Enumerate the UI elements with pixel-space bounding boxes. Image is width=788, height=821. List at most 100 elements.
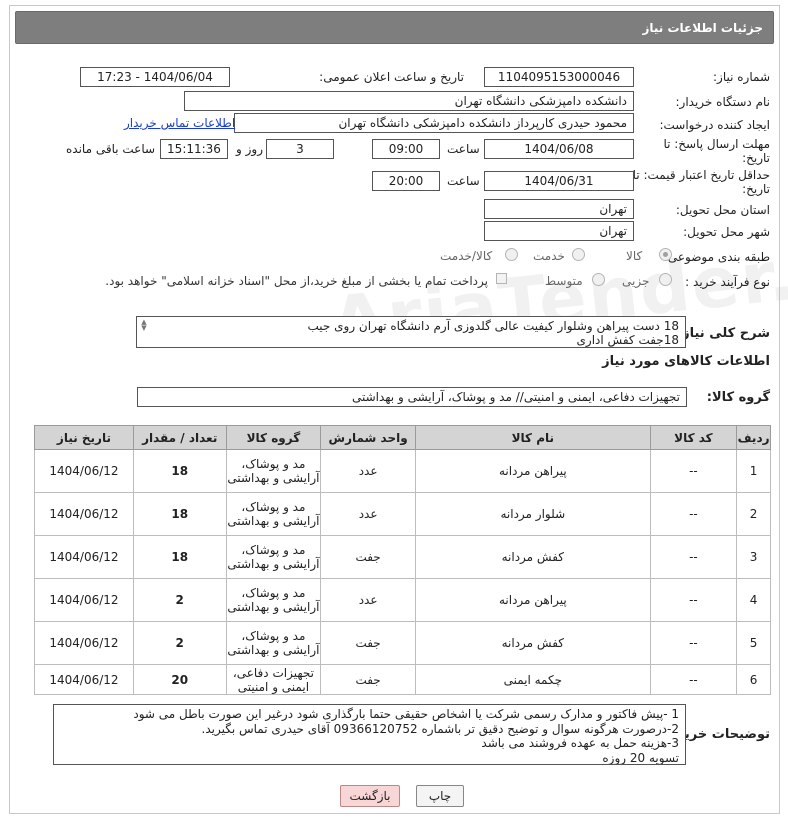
cell-code: -- [649,492,738,536]
table-row[interactable]: 3 -- کفش مردانه جفت مد و پوشاک، آرایشی و… [34,535,771,579]
cell-name: کفش مردانه [414,621,651,665]
cell-code: -- [649,578,738,622]
cell-row-number: 4 [736,578,771,622]
category-radio-goods[interactable] [659,248,672,261]
category-option-service: خدمت [533,249,565,263]
days-label: روز و [236,142,263,156]
province-field[interactable]: تهران [484,199,634,219]
remaining-time-field[interactable]: 15:11:36 [160,139,228,159]
cell-date: 1404/06/12 [34,492,134,536]
cell-date: 1404/06/12 [34,535,134,579]
col-header-quantity: تعداد / مقدار [132,425,227,450]
cell-unit: جفت [320,664,416,695]
cell-unit: عدد [320,492,416,536]
cell-group: مد و پوشاک، آرایشی و بهداشتی [225,578,322,622]
category-radio-service[interactable] [572,248,585,261]
cell-date: 1404/06/12 [34,578,134,622]
province-label: استان محل تحویل: [675,203,770,217]
goods-info-title: اطلاعات کالاهای مورد نیاز [602,354,770,369]
table-header-row: ردیف کد کالا نام کالا واحد شمارش گروه کا… [34,425,771,450]
category-option-goods: کالا [626,249,643,263]
back-button[interactable]: بازگشت [340,785,400,807]
table-row[interactable]: 6 -- چکمه ایمنی جفت تجهیزات دفاعی، ایمنی… [34,664,771,695]
cell-row-number: 6 [736,664,771,695]
page-title: جزئیات اطلاعات نیاز [642,21,763,35]
process-option-medium: متوسط [545,274,583,288]
cell-name: پیراهن مردانه [414,578,651,622]
announce-field[interactable]: 1404/06/04 - 17:23 [80,67,230,87]
need-number-field[interactable]: 1104095153000046 [484,67,634,87]
cell-name: چکمه ایمنی [414,664,651,695]
category-radio-both[interactable] [505,248,518,261]
col-header-row-number: ردیف [736,425,771,450]
summary-line-2: 18جفت کفش اداری [576,333,679,347]
table-row[interactable]: 4 -- پیراهن مردانه عدد مد و پوشاک، آرایش… [34,578,771,622]
cell-unit: جفت [320,535,416,579]
cell-quantity: 2 [132,621,227,665]
buyer-org-field[interactable]: دانشکده دامپزشکی دانشگاه تهران [184,91,634,111]
validity-time-field[interactable]: 20:00 [372,171,440,191]
validity-time-label: ساعت [447,174,480,188]
city-label: شهر محل تحویل: [683,225,770,239]
cell-date: 1404/06/12 [34,449,134,493]
deadline-time-label: ساعت [447,142,480,156]
goods-group-label: گروه کالا: [706,390,770,405]
notes-textarea[interactable]: 1 -پیش فاکتور و مدارک رسمی شرکت یا اشخاص… [53,704,686,765]
cell-date: 1404/06/12 [34,621,134,665]
cell-quantity: 2 [132,578,227,622]
table-row[interactable]: 5 -- کفش مردانه جفت مد و پوشاک، آرایشی و… [34,621,771,665]
goods-group-field[interactable]: تجهیزات دفاعی، ایمنی و امنیتی// مد و پوش… [137,387,687,407]
print-button[interactable]: چاپ [416,785,464,807]
cell-name: پیراهن مردانه [414,449,651,493]
cell-name: شلوار مردانه [414,492,651,536]
cell-unit: عدد [320,578,416,622]
city-field[interactable]: تهران [484,221,634,241]
col-header-group: گروه کالا [225,425,322,450]
cell-unit: جفت [320,621,416,665]
col-header-date: تاریخ نیاز [34,425,134,450]
cell-code: -- [649,664,738,695]
scroll-arrows-icon[interactable]: ▲ ▼ [139,319,149,332]
category-label: طبقه بندی موضوعی: [663,250,770,264]
table-row[interactable]: 2 -- شلوار مردانه عدد مد و پوشاک، آرایشی… [34,492,771,536]
cell-quantity: 20 [132,664,227,695]
notes-line-3: 3-هزینه حمل به عهده فروشند می باشد [481,736,679,750]
table-row[interactable]: 1 -- پیراهن مردانه عدد مد و پوشاک، آرایش… [34,449,771,493]
notes-line-2: 2-درصورت هرگونه سوال و توضیح دقیق تر باش… [201,721,679,736]
cell-code: -- [649,535,738,579]
title-bar: جزئیات اطلاعات نیاز [15,11,774,44]
cell-row-number: 3 [736,535,771,579]
cell-date: 1404/06/12 [34,664,134,695]
process-radio-minor[interactable] [659,273,672,286]
cell-group: مد و پوشاک، آرایشی و بهداشتی [225,449,322,493]
contact-info-link[interactable]: اطلاعات تماس خریدار [124,116,235,130]
col-header-unit: واحد شمارش [320,425,416,450]
process-label: نوع فرآیند خرید : [685,275,770,289]
cell-group: مد و پوشاک، آرایشی و بهداشتی [225,621,322,665]
days-field[interactable]: 3 [266,139,334,159]
treasury-note: پرداخت تمام یا بخشی از مبلغ خرید،از محل … [105,274,488,288]
goods-table: ردیف کد کالا نام کالا واحد شمارش گروه کا… [34,425,771,695]
summary-label: شرح کلی نیاز: [676,326,770,341]
buyer-org-label: نام دستگاه خریدار: [675,95,771,109]
announce-label: تاریخ و ساعت اعلان عمومی: [319,70,464,84]
validity-label: حداقل تاریخ اعتبار قیمت: تا تاریخ: [632,168,770,196]
validity-date-field[interactable]: 1404/06/31 [484,171,634,191]
cell-code: -- [649,449,738,493]
col-header-code: کد کالا [649,425,738,450]
deadline-time-field[interactable]: 09:00 [372,139,440,159]
process-radio-medium[interactable] [592,273,605,286]
cell-row-number: 5 [736,621,771,665]
process-option-minor: جزیی [622,274,650,288]
cell-group: تجهیزات دفاعی، ایمنی و امنیتی [225,664,322,695]
need-number-label: شماره نیاز: [713,70,770,84]
summary-textarea[interactable]: 18 دست پیراهن وشلوار کیفیت عالی گلدوزی آ… [136,316,686,348]
creator-field[interactable]: محمود حیدری کارپرداز دانشکده دامپزشکی دا… [234,113,634,133]
notes-line-4: تسویه 20 روزه [602,750,679,765]
deadline-date-field[interactable]: 1404/06/08 [484,139,634,159]
notes-line-1: 1 -پیش فاکتور و مدارک رسمی شرکت یا اشخاص… [133,707,679,721]
deadline-label: مهلت ارسال پاسخ: تا تاریخ: [663,137,770,165]
cell-group: مد و پوشاک، آرایشی و بهداشتی [225,492,322,536]
treasury-checkbox[interactable] [496,273,507,284]
category-option-both: کالا/خدمت [440,249,493,263]
